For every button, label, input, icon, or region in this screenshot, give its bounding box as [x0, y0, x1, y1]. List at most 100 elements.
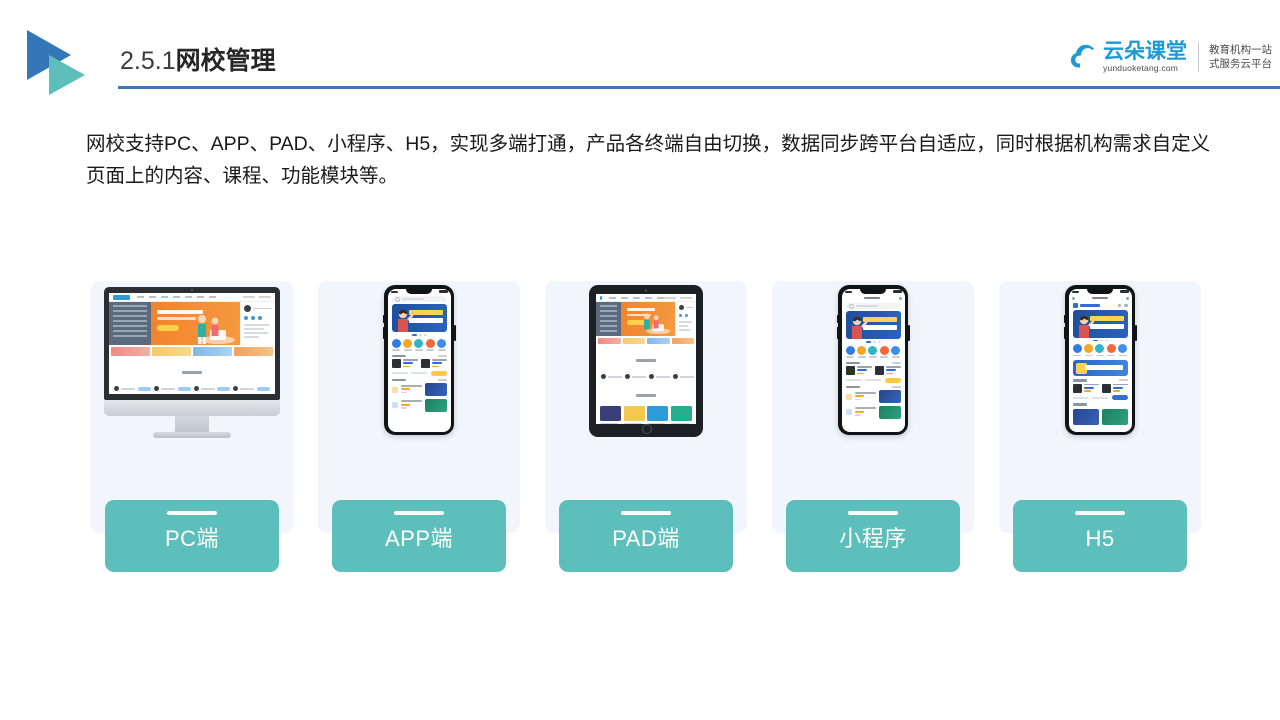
course-list[interactable]	[842, 390, 905, 419]
site-right-panel	[675, 302, 696, 336]
more-icon[interactable]	[1125, 296, 1129, 300]
list-item	[845, 405, 901, 419]
price-row	[388, 370, 451, 378]
illustration-people	[644, 313, 671, 335]
course-tile-grid[interactable]	[596, 404, 696, 424]
brand-name-cn: 云朵课堂	[1103, 40, 1187, 63]
course-list[interactable]	[388, 383, 451, 412]
badge-accent-bar	[394, 511, 444, 515]
tile-row	[600, 406, 692, 424]
iphone-mockup	[836, 285, 910, 435]
brand-tagline-line2: 式服务云平台	[1209, 58, 1272, 70]
list-item	[391, 398, 447, 412]
triangle-teal-shape	[49, 55, 85, 95]
iphone-mockup	[1063, 285, 1137, 435]
promo-banner[interactable]	[1072, 360, 1128, 376]
badge-accent-bar	[1075, 511, 1125, 515]
price-row	[842, 377, 905, 385]
power-button[interactable]	[908, 325, 910, 341]
list-item	[845, 390, 901, 404]
site-name	[1079, 304, 1100, 307]
device-card-h5[interactable]: H5	[999, 281, 1201, 572]
desktop-monitor-icon	[91, 281, 293, 481]
brand-tagline-line1: 教育机构一站	[1209, 44, 1272, 56]
site-logo-icon	[1072, 303, 1078, 308]
iphone-screen	[1068, 288, 1132, 432]
site-nav-actions	[243, 296, 271, 298]
badge-accent-bar	[167, 511, 217, 515]
price-row	[1069, 395, 1132, 402]
site-sidebar-menu	[109, 302, 151, 345]
volume-down-button[interactable]	[836, 327, 838, 339]
volume-down-button[interactable]	[382, 327, 384, 339]
ipad-camera-icon	[644, 289, 648, 292]
device-card-pad[interactable]: PAD端	[545, 281, 747, 572]
back-icon[interactable]	[1071, 296, 1075, 300]
smartphone-icon	[318, 281, 520, 481]
hero-banner[interactable]	[391, 304, 447, 332]
site-hero	[596, 302, 696, 336]
ipad-home-button[interactable]	[642, 424, 652, 434]
device-badge-pc[interactable]: PC端	[105, 500, 279, 572]
search-bar[interactable]	[391, 296, 447, 302]
imac-screen	[109, 293, 275, 394]
device-card-app[interactable]: APP端	[318, 281, 520, 572]
course-grid[interactable]	[842, 366, 905, 378]
course-grid[interactable]	[1069, 383, 1132, 396]
iphone-notch	[1087, 288, 1113, 294]
badge-accent-bar	[621, 511, 671, 515]
volume-up-button[interactable]	[382, 315, 384, 323]
section-number: 2.5.1	[120, 47, 176, 75]
promo-card-row[interactable]	[1069, 408, 1132, 426]
smartphone-icon	[999, 281, 1201, 481]
site-promo-strip	[596, 336, 696, 346]
quick-entry-icons[interactable]	[842, 344, 905, 361]
volume-down-button[interactable]	[1063, 327, 1065, 339]
site-logo-icon	[600, 295, 602, 300]
brand-wordmark: 云朵课堂 yunduoketang.com	[1103, 40, 1187, 74]
quick-entry-icons[interactable]	[1069, 342, 1132, 359]
section-title: 网校管理	[175, 47, 276, 75]
search-bar[interactable]	[845, 303, 901, 309]
site-navbar	[596, 294, 696, 302]
imac-stand-foot	[153, 432, 231, 438]
quick-entry-icons[interactable]	[388, 337, 451, 354]
site-brand-row	[1069, 302, 1132, 310]
device-label: PAD端	[612, 526, 680, 551]
miniprogram-title-bar	[842, 295, 905, 302]
iphone-screen	[841, 288, 905, 432]
header-actions[interactable]	[1117, 303, 1128, 308]
ipad-screen	[596, 294, 696, 424]
slide-header: 2.5.1网校管理 云朵课堂 yunduoketang.com 教育机构一站 式…	[0, 0, 1280, 100]
cloud-icon	[1068, 40, 1102, 74]
double-triangle-play-icon	[27, 30, 105, 95]
device-badge-app[interactable]: APP端	[332, 500, 506, 572]
iphone-notch	[860, 288, 886, 294]
promo-card	[1101, 408, 1128, 425]
device-badge-h5[interactable]: H5	[1013, 500, 1187, 572]
more-icon[interactable]	[898, 296, 902, 300]
power-button[interactable]	[1135, 325, 1137, 341]
imac-chin	[104, 400, 280, 416]
hero-banner[interactable]	[845, 311, 901, 339]
course-grid[interactable]	[388, 359, 451, 371]
device-card-pc[interactable]: PC端	[91, 281, 293, 572]
hero-banner[interactable]	[1072, 309, 1128, 338]
device-card-miniprogram[interactable]: 小程序	[772, 281, 974, 572]
page-title: 2.5.1网校管理	[120, 45, 276, 77]
search-icon	[848, 303, 854, 309]
site-nav-items	[137, 296, 216, 298]
iphone-notch	[406, 288, 432, 294]
volume-up-button[interactable]	[1063, 315, 1065, 323]
volume-up-button[interactable]	[836, 315, 838, 323]
brand-logo: 云朵课堂 yunduoketang.com 教育机构一站 式服务云平台	[1068, 36, 1272, 78]
site-navbar	[109, 293, 275, 302]
site-section-title-2	[596, 381, 696, 404]
device-label: H5	[1085, 526, 1115, 551]
power-button[interactable]	[454, 325, 456, 341]
device-label: 小程序	[839, 526, 907, 551]
ipad-mockup	[589, 285, 703, 437]
site-course-cards	[109, 381, 275, 393]
device-badge-miniprogram[interactable]: 小程序	[786, 500, 960, 572]
device-badge-pad[interactable]: PAD端	[559, 500, 733, 572]
